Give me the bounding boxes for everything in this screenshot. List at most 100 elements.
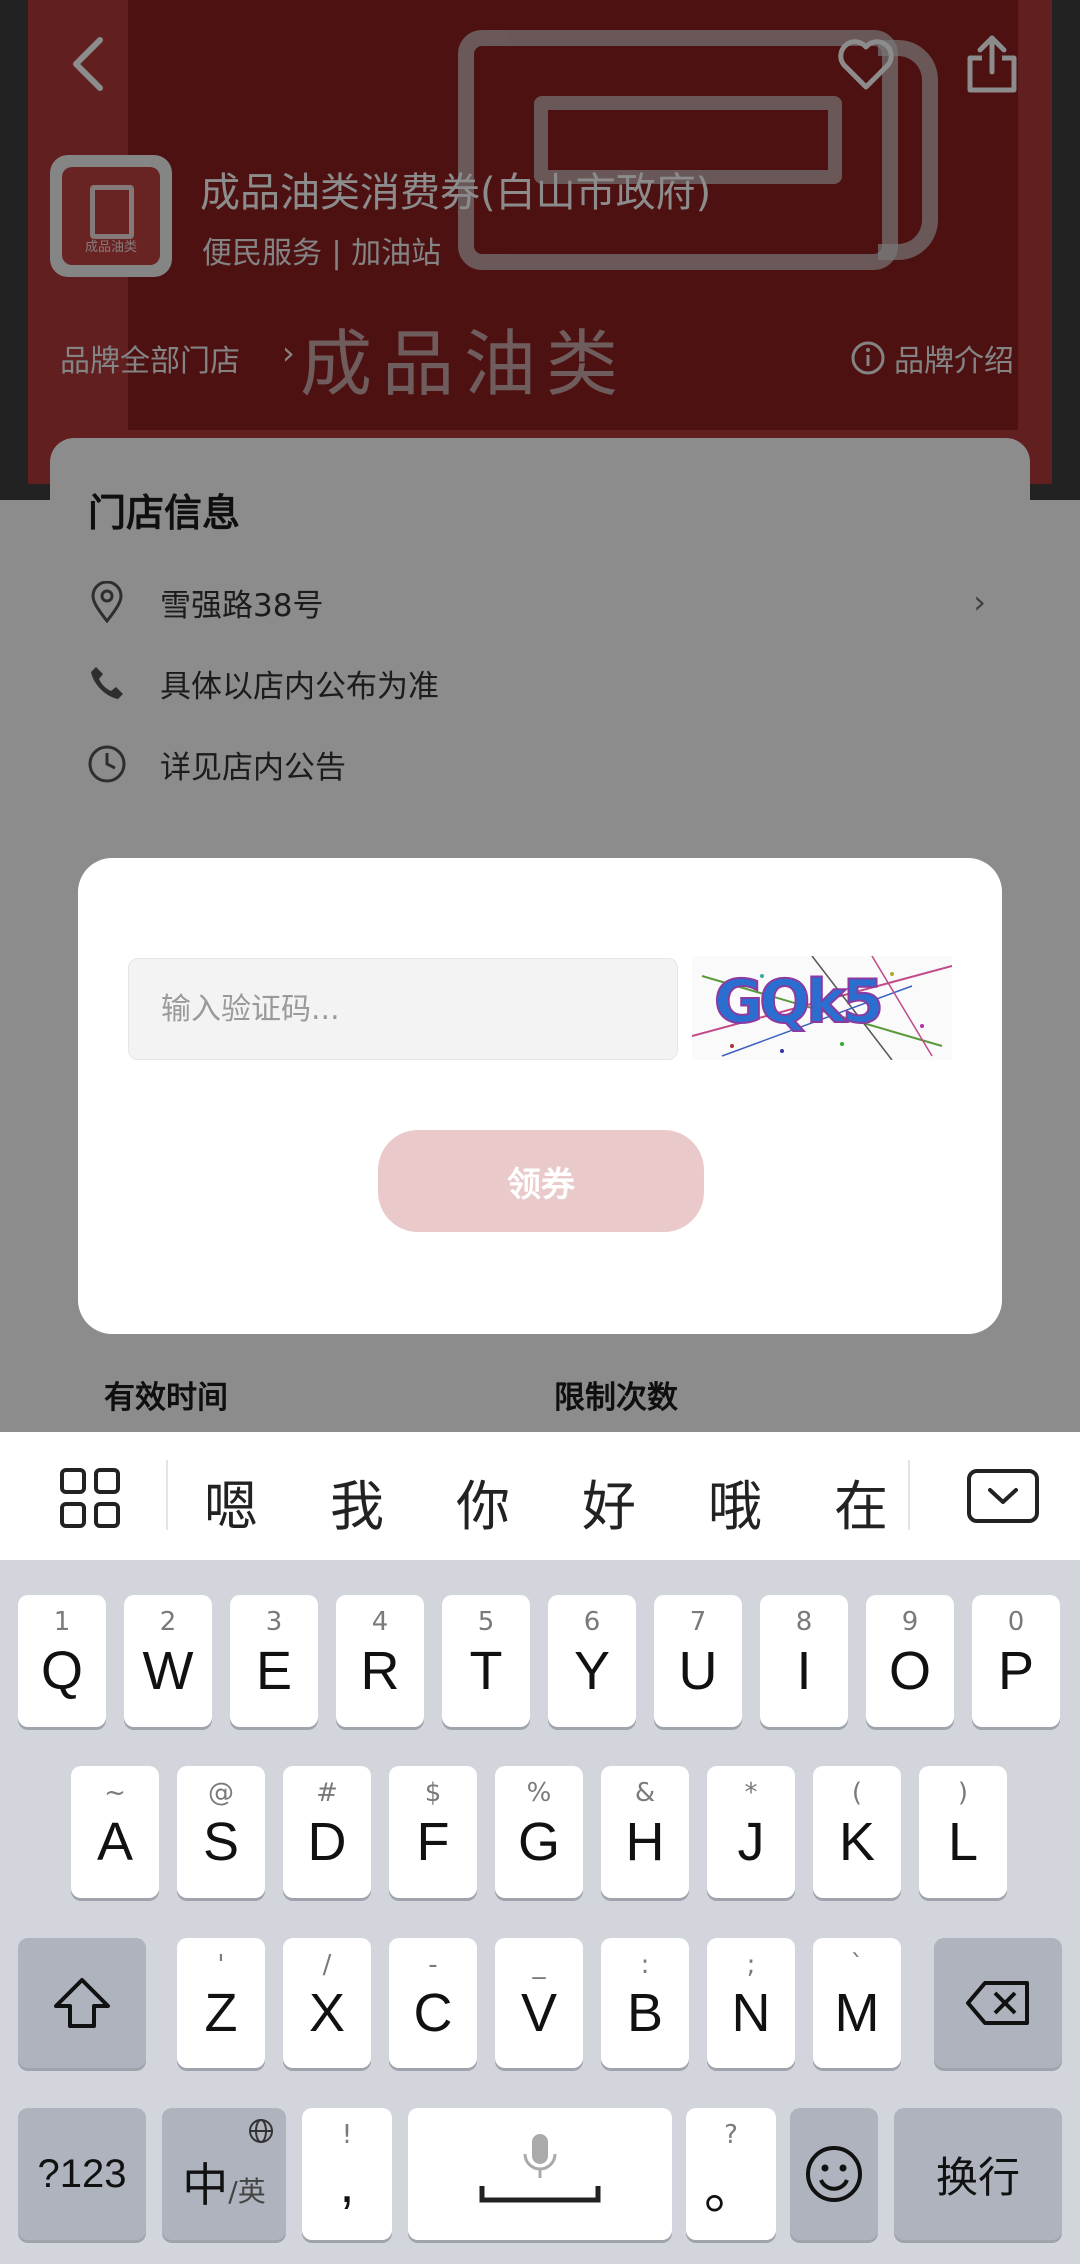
key-a[interactable]: ~ A bbox=[71, 1766, 159, 1898]
shift-key[interactable] bbox=[18, 1938, 146, 2068]
comma-key-label: , bbox=[339, 2154, 355, 2214]
key-t[interactable]: 5T bbox=[442, 1595, 530, 1727]
key-l[interactable]: ) L bbox=[919, 1766, 1007, 1898]
key-o[interactable]: 9O bbox=[866, 1595, 954, 1727]
space-key[interactable] bbox=[408, 2108, 672, 2240]
key-z[interactable]: ' Z bbox=[177, 1938, 265, 2068]
key-label: L bbox=[947, 1812, 979, 1872]
key-h[interactable]: & H bbox=[601, 1766, 689, 1898]
captcha-dialog: GQk5 领券 bbox=[78, 858, 1002, 1334]
backspace-key[interactable] bbox=[934, 1938, 1062, 2068]
claim-coupon-button[interactable]: 领券 bbox=[378, 1130, 704, 1232]
soft-keyboard: 1Q2W3E4R5T6Y7U8I9O0P ~ A @ S # D $ F% G & H * J(K) L … bbox=[0, 1560, 1080, 2264]
enter-key[interactable]: 换行 bbox=[894, 2108, 1062, 2240]
key-hint: 7 bbox=[689, 1607, 707, 1637]
key-hint: 0 bbox=[1007, 1607, 1025, 1637]
key-k[interactable]: (K bbox=[813, 1766, 901, 1898]
key-hint: 4 bbox=[371, 1607, 389, 1637]
key-hint: & bbox=[634, 1778, 656, 1808]
key-hint: 5 bbox=[477, 1607, 495, 1637]
key-b[interactable]: :B bbox=[601, 1938, 689, 2068]
ime-candidate[interactable]: 我 bbox=[312, 1462, 402, 1541]
key-u[interactable]: 7U bbox=[654, 1595, 742, 1727]
comma-key[interactable]: ! , bbox=[302, 2108, 392, 2240]
key-j[interactable]: * J bbox=[707, 1766, 795, 1898]
space-bar-icon bbox=[479, 2186, 601, 2203]
key-p[interactable]: 0P bbox=[972, 1595, 1060, 1727]
key-label: X bbox=[308, 1983, 346, 2043]
period-key-label: 。 bbox=[704, 2159, 758, 2220]
key-hint: 6 bbox=[583, 1607, 601, 1637]
key-label: H bbox=[625, 1812, 665, 1872]
hide-keyboard-icon[interactable] bbox=[966, 1468, 1040, 1524]
key-hint: @ bbox=[208, 1778, 234, 1808]
key-hint: 8 bbox=[795, 1607, 813, 1637]
key-label: N bbox=[731, 1983, 771, 2043]
key-label: D bbox=[307, 1812, 347, 1872]
ime-candidate[interactable]: 哦 bbox=[690, 1462, 780, 1541]
key-hint: ` bbox=[850, 1950, 864, 1980]
ime-candidate[interactable]: 好 bbox=[564, 1462, 654, 1541]
key-hint: ( bbox=[851, 1778, 863, 1808]
key-s[interactable]: @ S bbox=[177, 1766, 265, 1898]
key-hint: 3 bbox=[265, 1607, 283, 1637]
key-v[interactable]: _ V bbox=[495, 1938, 583, 2068]
globe-icon bbox=[249, 2119, 273, 2143]
key-d[interactable]: # D bbox=[283, 1766, 371, 1898]
key-label: K bbox=[838, 1812, 876, 1872]
key-label: U bbox=[678, 1641, 718, 1701]
key-r[interactable]: 4R bbox=[336, 1595, 424, 1727]
captcha-text: GQk5 bbox=[714, 967, 880, 1037]
key-hint: $ bbox=[424, 1778, 442, 1808]
key-label: W bbox=[142, 1641, 194, 1701]
key-f[interactable]: $ F bbox=[389, 1766, 477, 1898]
key-n[interactable]: ; N bbox=[707, 1938, 795, 2068]
captcha-image[interactable]: GQk5 bbox=[692, 956, 952, 1060]
key-y[interactable]: 6Y bbox=[548, 1595, 636, 1727]
divider bbox=[166, 1460, 168, 1530]
key-x[interactable]: / X bbox=[283, 1938, 371, 2068]
key-hint: - bbox=[428, 1950, 438, 1980]
key-label: Y bbox=[573, 1641, 611, 1701]
enter-key-label: 换行 bbox=[935, 2153, 1020, 2201]
ime-candidate[interactable]: 在 bbox=[816, 1462, 906, 1541]
lang-key-sub: /英 bbox=[228, 2175, 266, 2208]
key-label: A bbox=[96, 1812, 134, 1872]
key-label: B bbox=[626, 1983, 664, 2043]
numbers-key[interactable]: ?123 bbox=[18, 2108, 146, 2240]
key-hint: 1 bbox=[53, 1607, 71, 1637]
language-switch-key[interactable]: 中 /英 bbox=[162, 2108, 286, 2240]
key-label: V bbox=[520, 1983, 558, 2043]
period-key[interactable]: ? 。 bbox=[686, 2108, 776, 2240]
captcha-input[interactable] bbox=[128, 958, 678, 1060]
key-hint: 2 bbox=[159, 1607, 177, 1637]
key-c[interactable]: -C bbox=[389, 1938, 477, 2068]
key-hint: ' bbox=[217, 1950, 225, 1980]
key-label: F bbox=[416, 1812, 450, 1872]
key-label: T bbox=[469, 1641, 503, 1701]
key-label: E bbox=[255, 1641, 293, 1701]
key-label: R bbox=[360, 1641, 400, 1701]
numbers-key-label: ?123 bbox=[37, 2151, 127, 2196]
key-label: Z bbox=[204, 1983, 238, 2043]
key-i[interactable]: 8I bbox=[760, 1595, 848, 1727]
key-hint: : bbox=[640, 1950, 650, 1980]
key-label: I bbox=[796, 1641, 812, 1701]
key-m[interactable]: ` M bbox=[813, 1938, 901, 2068]
key-hint: ~ bbox=[104, 1778, 126, 1808]
emoji-key[interactable] bbox=[790, 2108, 878, 2240]
microphone-icon bbox=[523, 2134, 557, 2178]
key-hint: _ bbox=[532, 1950, 546, 1980]
key-q[interactable]: 1Q bbox=[18, 1595, 106, 1727]
lang-key-main: 中 bbox=[182, 2159, 229, 2211]
key-g[interactable]: % G bbox=[495, 1766, 583, 1898]
period-key-hint: ? bbox=[724, 2120, 738, 2150]
grid-menu-icon[interactable] bbox=[52, 1460, 128, 1536]
key-hint: / bbox=[322, 1950, 332, 1980]
key-e[interactable]: 3E bbox=[230, 1595, 318, 1727]
ime-candidate[interactable]: 嗯 bbox=[186, 1462, 276, 1541]
ime-candidate[interactable]: 你 bbox=[438, 1462, 528, 1541]
key-w[interactable]: 2W bbox=[124, 1595, 212, 1727]
key-hint: ; bbox=[746, 1950, 756, 1980]
key-label: M bbox=[834, 1983, 880, 2043]
